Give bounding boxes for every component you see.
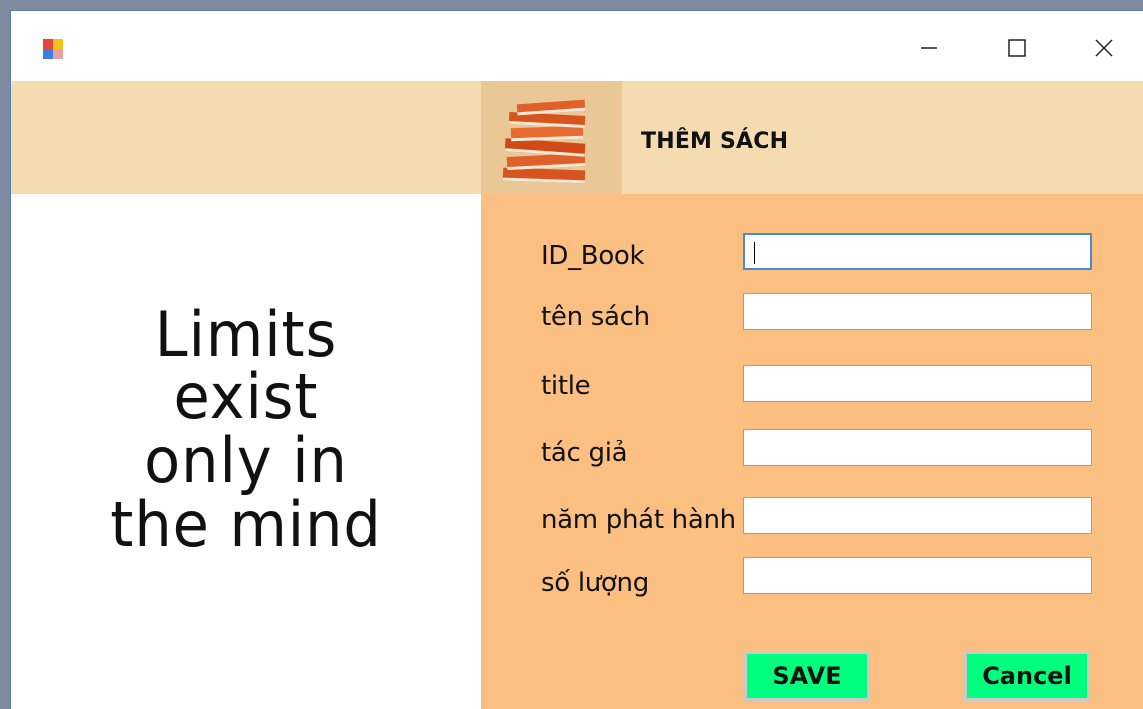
maximize-button[interactable]: [994, 26, 1040, 70]
label-id-book: ID_Book: [541, 241, 645, 271]
ten-sach-input[interactable]: [743, 293, 1092, 330]
quote-line-1: Limits: [154, 298, 338, 371]
label-nam-phat-hanh: năm phát hành: [541, 505, 736, 535]
id-book-input[interactable]: [743, 233, 1092, 270]
close-icon: [1095, 39, 1113, 57]
quote-line-3: only in: [144, 424, 348, 497]
app-icon: [43, 39, 63, 59]
cancel-button[interactable]: Cancel: [964, 651, 1090, 701]
nam-phat-hanh-input[interactable]: [743, 497, 1092, 534]
save-button[interactable]: SAVE: [744, 651, 870, 701]
header-panel: THÊM SÁCH: [481, 81, 1143, 194]
quote-image: Limits exist only in the mind: [11, 194, 481, 709]
book-stack-icon: [502, 99, 586, 184]
quote-line-4: the mind: [110, 488, 382, 561]
minimize-button[interactable]: [906, 26, 952, 70]
form-panel: ID_Book tên sách title tác giả năm phát …: [481, 194, 1143, 709]
label-tac-gia: tác giả: [541, 438, 628, 468]
tac-gia-input[interactable]: [743, 429, 1092, 466]
quote-line-2: exist: [173, 360, 319, 433]
label-so-luong: số lượng: [541, 568, 649, 598]
title-input[interactable]: [743, 365, 1092, 402]
label-title: title: [541, 371, 591, 401]
page-title: THÊM SÁCH: [641, 129, 789, 154]
minimize-icon: [921, 47, 937, 49]
text-caret: [754, 242, 755, 264]
maximize-icon: [1008, 39, 1026, 57]
add-book-window: THÊM SÁCH Limits exist only in the mind …: [10, 10, 1143, 709]
book-stack-image: [481, 81, 622, 194]
header-left-panel: [11, 81, 481, 194]
label-ten-sach: tên sách: [541, 302, 650, 332]
close-button[interactable]: [1081, 26, 1127, 70]
so-luong-input[interactable]: [743, 557, 1092, 594]
title-bar: [11, 11, 1143, 81]
